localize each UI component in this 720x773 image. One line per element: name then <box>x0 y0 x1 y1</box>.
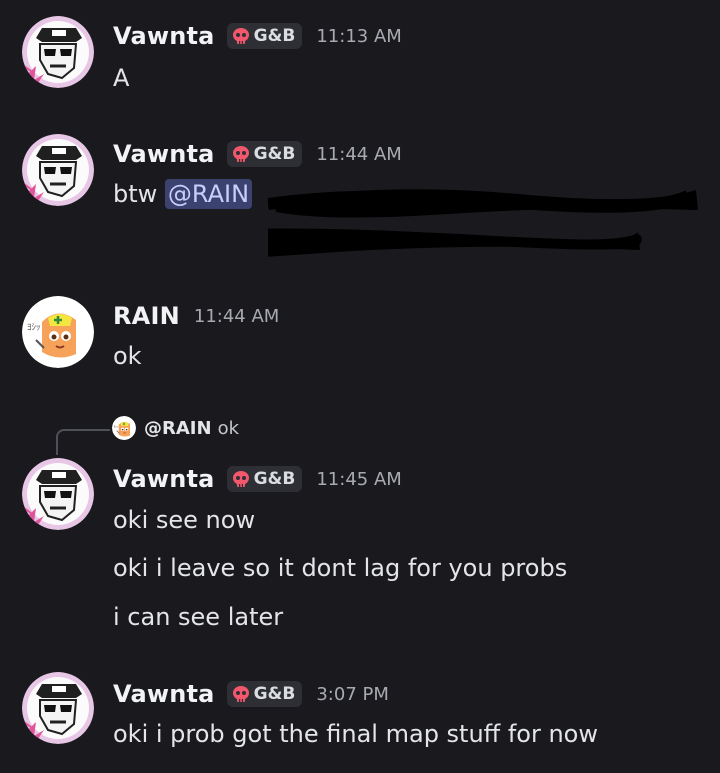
reply-author: @RAIN <box>144 417 212 439</box>
message-text: oki i leave so it dont lag for you probs <box>113 554 568 582</box>
author-name[interactable]: Vawnta <box>113 140 215 168</box>
anime-avatar-icon[interactable] <box>22 296 94 368</box>
message-text: oki i prob got the final map stuff for n… <box>113 720 598 748</box>
skull-icon <box>232 470 250 488</box>
skull-icon <box>232 145 250 163</box>
timestamp: 11:45 AM <box>316 468 402 490</box>
user-mention[interactable]: @RAIN <box>164 179 253 209</box>
server-tag-label: G&B <box>253 144 296 164</box>
server-tag[interactable]: G&B <box>226 681 303 707</box>
reply-preview[interactable]: @RAIN ok <box>112 416 239 440</box>
skull-icon <box>232 27 250 45</box>
reply-spine <box>56 429 110 455</box>
author-name[interactable]: RAIN <box>113 302 180 330</box>
anime-avatar-icon <box>112 416 136 440</box>
message-text: i can see later <box>113 603 284 631</box>
server-tag-label: G&B <box>253 684 296 704</box>
author-name[interactable]: Vawnta <box>113 465 215 493</box>
timestamp: 11:44 AM <box>316 143 402 165</box>
redaction-scribble <box>268 189 698 257</box>
message-text: ok <box>113 342 142 370</box>
message-text: oki see now <box>113 506 256 534</box>
server-tag[interactable]: G&B <box>226 23 303 49</box>
server-tag[interactable]: G&B <box>226 466 303 492</box>
pixel-avatar-icon[interactable] <box>22 16 94 88</box>
skull-icon <box>232 685 250 703</box>
author-name[interactable]: Vawnta <box>113 22 215 50</box>
reply-text: ok <box>217 417 239 439</box>
pixel-avatar-icon[interactable] <box>22 672 94 744</box>
timestamp: 11:13 AM <box>316 25 402 47</box>
author-name[interactable]: Vawnta <box>113 680 215 708</box>
timestamp: 3:07 PM <box>316 683 389 705</box>
message-text: btw @RAIN <box>113 179 253 209</box>
server-tag-label: G&B <box>253 26 296 46</box>
pixel-avatar-icon[interactable] <box>22 458 94 530</box>
server-tag[interactable]: G&B <box>226 141 303 167</box>
message-text: A <box>113 64 130 92</box>
pixel-avatar-icon[interactable] <box>22 134 94 206</box>
message-prefix: btw <box>113 180 165 208</box>
timestamp: 11:44 AM <box>193 305 280 327</box>
server-tag-label: G&B <box>253 469 296 489</box>
